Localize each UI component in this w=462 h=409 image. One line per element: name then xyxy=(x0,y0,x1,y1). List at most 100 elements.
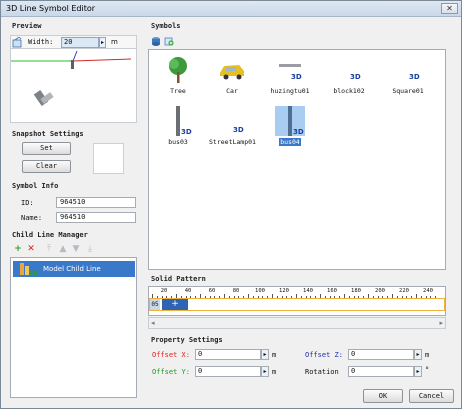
close-button[interactable]: ✕ xyxy=(441,3,458,14)
child-line-list[interactable]: 3D Model Child Line xyxy=(10,257,137,398)
symbol-item[interactable]: 3D block102 xyxy=(326,55,372,105)
width-unit: m xyxy=(111,38,118,46)
rotation-unit: ° xyxy=(425,366,430,374)
child-line-group-title: Child Line Manager xyxy=(12,231,88,239)
preview-toolbar: Width: 20 ▸ m xyxy=(10,35,137,49)
snapshot-group-title: Snapshot Settings xyxy=(12,130,84,138)
move-down-icon[interactable]: ▼ xyxy=(71,244,81,254)
preview-viewport[interactable] xyxy=(10,49,137,123)
offset-y-label: Offset Y: xyxy=(152,368,190,376)
symbols-gallery[interactable]: Tree Car 3D huzingtu01 3D block102 3D Sq… xyxy=(148,49,446,270)
preview-group-title: Preview xyxy=(12,22,42,30)
width-input[interactable]: 20 xyxy=(61,37,99,48)
offset-z-unit: m xyxy=(425,351,430,359)
model-icon: 3D xyxy=(334,55,364,85)
clear-button[interactable]: Clear xyxy=(22,160,71,173)
symbol-label: Tree xyxy=(170,87,186,95)
offset-z-label: Offset Z: xyxy=(305,351,343,359)
symbol-label: block102 xyxy=(333,87,365,95)
preview-scene-icon xyxy=(11,50,132,107)
move-bottom-icon[interactable]: ⤓ xyxy=(85,244,95,254)
pattern-track[interactable]: 05 + xyxy=(149,298,445,311)
delete-icon[interactable]: ✕ xyxy=(26,244,36,254)
symbol-item[interactable]: 3D Square01 xyxy=(385,55,431,105)
tag-3d: 3D xyxy=(181,128,192,136)
add-segment-button[interactable]: + xyxy=(162,299,188,310)
offset-z-field[interactable]: 0 xyxy=(348,349,414,360)
symbol-item[interactable]: 3D huzingtu01 xyxy=(267,55,313,105)
offset-x-field[interactable]: 0 xyxy=(195,349,261,360)
pattern-segment[interactable]: 05 xyxy=(150,299,160,310)
ruler-tick-label: 80 xyxy=(232,288,240,294)
tag-3d: 3D xyxy=(233,126,244,134)
cancel-button[interactable]: Cancel xyxy=(409,389,454,403)
rotation-spin[interactable]: ▸ xyxy=(414,366,422,377)
model-icon: 3D xyxy=(217,106,247,136)
property-group-title: Property Settings xyxy=(151,336,223,344)
horizontal-scrollbar[interactable]: ◂ ▸ xyxy=(148,317,446,329)
symbol-item[interactable]: 3D StreetLamp01 xyxy=(209,106,256,156)
symbol-item[interactable]: Car xyxy=(209,55,255,105)
solid-pattern-group-title: Solid Pattern xyxy=(151,275,206,283)
add-icon[interactable]: + xyxy=(13,244,23,254)
offset-x-label: Offset X: xyxy=(152,351,190,359)
name-label: Name: xyxy=(21,214,43,222)
model-icon: 3D xyxy=(275,55,305,85)
svg-text:3D: 3D xyxy=(29,270,37,276)
add-symbol-icon[interactable] xyxy=(164,36,174,46)
car-icon xyxy=(217,55,247,85)
pole-icon: 3D xyxy=(163,106,193,136)
offset-y-field[interactable]: 0 xyxy=(195,366,261,377)
symbol-item[interactable]: Tree xyxy=(155,55,201,105)
view-reset-icon[interactable] xyxy=(12,36,23,48)
symbol-label: StreetLamp01 xyxy=(209,138,256,146)
offset-x-spin[interactable]: ▸ xyxy=(261,349,269,360)
window-title: 3D Line Symbol Editor xyxy=(6,4,96,13)
tag-3d: 3D xyxy=(291,73,302,81)
symbol-info-group-title: Symbol Info xyxy=(12,182,59,190)
symbols-group-title: Symbols xyxy=(151,22,181,30)
dialog-window: 3D Line Symbol Editor ✕ Preview Width: 2… xyxy=(0,0,462,409)
symbol-label: Square01 xyxy=(392,87,424,95)
ruler-tick-label: 140 xyxy=(303,288,313,294)
tag-3d: 3D xyxy=(293,128,304,136)
title-bar[interactable]: 3D Line Symbol Editor ✕ xyxy=(1,1,461,17)
ruler-tick-label: 220 xyxy=(399,288,409,294)
set-button[interactable]: Set xyxy=(22,142,71,155)
tree-icon xyxy=(163,55,193,85)
id-field[interactable]: 964510 xyxy=(56,197,136,208)
move-up-icon[interactable]: ▲ xyxy=(58,244,68,254)
symbol-item-selected[interactable]: 3D bus04 xyxy=(267,106,313,156)
symbol-label: huzingtu01 xyxy=(270,87,310,95)
name-field[interactable]: 964510 xyxy=(56,212,136,223)
ruler-tick-label: 160 xyxy=(327,288,337,294)
offset-z-spin[interactable]: ▸ xyxy=(414,349,422,360)
pole-icon: 3D xyxy=(275,106,305,136)
move-top-icon[interactable]: ⤒ xyxy=(44,244,54,254)
scroll-left-icon[interactable]: ◂ xyxy=(151,319,155,327)
tag-3d: 3D xyxy=(350,73,361,81)
symbol-item[interactable]: 3D bus03 xyxy=(155,106,201,156)
id-label: ID: xyxy=(21,199,34,207)
snapshot-thumbnail xyxy=(93,143,124,174)
width-label: Width: xyxy=(28,38,54,46)
ruler-tick-label: 40 xyxy=(184,288,192,294)
rotation-field[interactable]: 0 xyxy=(348,366,414,377)
ok-button[interactable]: OK xyxy=(363,389,403,403)
width-spin-button[interactable]: ▸ xyxy=(99,37,106,48)
ruler-tick-label: 200 xyxy=(375,288,385,294)
list-item[interactable]: 3D Model Child Line xyxy=(13,261,135,277)
pattern-ruler[interactable]: 20 40 60 80 100 120 140 160 180 200 220 240 05 + xyxy=(148,286,446,316)
symbol-label: bus04 xyxy=(279,138,301,146)
ruler-tick-label: 60 xyxy=(208,288,216,294)
scroll-right-icon[interactable]: ▸ xyxy=(439,319,443,327)
offset-y-unit: m xyxy=(272,368,277,376)
ruler-tick-label: 240 xyxy=(423,288,433,294)
offset-y-spin[interactable]: ▸ xyxy=(261,366,269,377)
symbol-label: bus03 xyxy=(168,138,188,146)
tag-3d: 3D xyxy=(409,73,420,81)
ruler-tick-label: 100 xyxy=(255,288,265,294)
ruler-tick-label: 180 xyxy=(351,288,361,294)
model-line-icon: 3D xyxy=(20,263,37,276)
database-icon[interactable] xyxy=(151,36,161,46)
